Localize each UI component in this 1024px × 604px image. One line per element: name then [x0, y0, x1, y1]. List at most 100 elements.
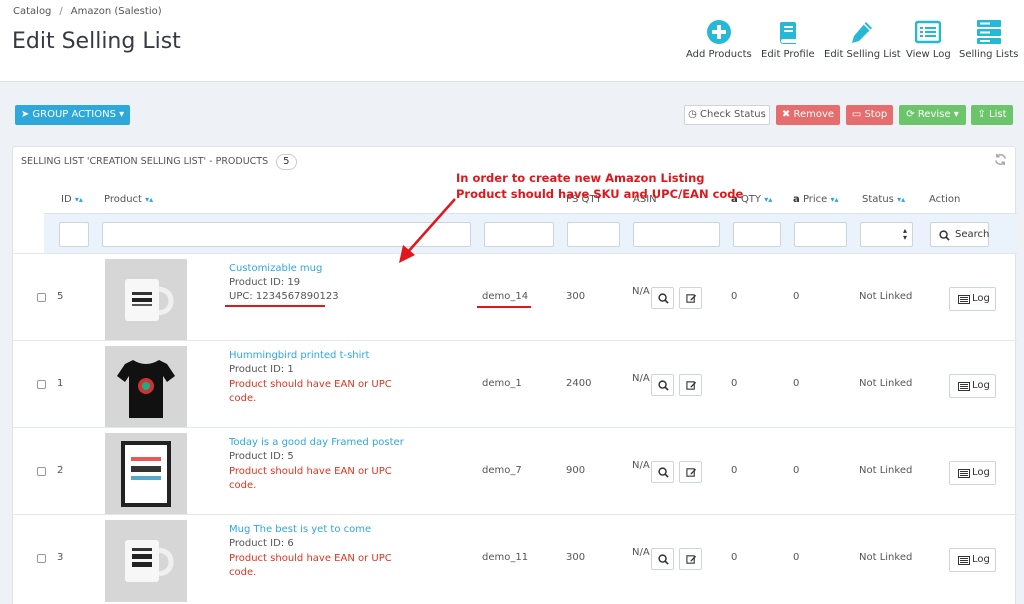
edit-asin-button[interactable]: [679, 548, 702, 570]
stop-button[interactable]: ▭ Stop: [846, 105, 893, 125]
row-price: 0: [793, 291, 800, 302]
select-arrows-icon: ▴ ▾: [902, 226, 907, 242]
log-button[interactable]: Log: [949, 548, 996, 572]
sort-arrows-icon: ▾▴: [145, 195, 154, 204]
product-count-badge: 5: [276, 154, 297, 170]
product-error-line2: code.: [229, 567, 257, 578]
check-status-button[interactable]: ◷ Check Status: [684, 105, 770, 125]
poster-image: [105, 433, 187, 515]
product-thumbnail[interactable]: [105, 520, 187, 602]
row-qty: 0: [731, 465, 738, 476]
status-filter-select[interactable]: ▴ ▾: [860, 222, 913, 247]
annotation-line2: Product should have SKU and UPC/EAN code: [456, 187, 744, 201]
plus-circle-icon: [706, 20, 731, 44]
breadcrumb-catalog[interactable]: Catalog: [13, 6, 51, 17]
row-ps-qty: 300: [566, 552, 586, 563]
sku-underline: [477, 306, 531, 308]
upload-icon: ⇪: [977, 109, 990, 120]
qty-filter-input[interactable]: [733, 222, 781, 247]
edit-asin-button[interactable]: [679, 461, 702, 483]
log-button[interactable]: Log: [949, 374, 996, 398]
product-thumbnail[interactable]: [105, 259, 187, 341]
search-asin-button[interactable]: [651, 287, 674, 309]
edit-asin-button[interactable]: [679, 287, 702, 309]
row-asin: N/A: [632, 460, 650, 471]
product-name-link[interactable]: Mug The best is yet to come: [229, 524, 371, 535]
annotation-line1: In order to create new Amazon Listing: [456, 171, 705, 185]
product-id: Product ID: 1: [229, 364, 294, 375]
row-qty: 0: [731, 552, 738, 563]
mug-image: [105, 259, 187, 341]
clock-icon: ◷: [688, 109, 701, 120]
view-log-button[interactable]: View Log: [906, 19, 951, 60]
edit-asin-button[interactable]: [679, 374, 702, 396]
row-sku: demo_1: [482, 378, 522, 389]
upc-underline: [225, 305, 325, 307]
sku-filter-input[interactable]: [484, 222, 554, 247]
filter-bar: ▴ ▾ Search: [44, 213, 1017, 253]
refresh-icon[interactable]: [994, 153, 1007, 166]
product-thumbnail[interactable]: [105, 346, 187, 428]
log-button[interactable]: Log: [949, 287, 996, 311]
product-name-link[interactable]: Hummingbird printed t-shirt: [229, 350, 369, 361]
panel-title-text: SELLING LIST 'CREATION SELLING LIST' - P…: [21, 156, 269, 167]
row-id: 2: [57, 465, 64, 476]
search-asin-button[interactable]: [651, 461, 674, 483]
edit-icon: [686, 294, 697, 303]
edit-selling-list-button[interactable]: Edit Selling List: [824, 19, 901, 60]
page-title: Edit Selling List: [12, 29, 181, 54]
breadcrumb: Catalog / Amazon (Salestio): [13, 6, 162, 17]
column-header-id[interactable]: ID ▾▴: [61, 194, 83, 205]
breadcrumb-separator: /: [59, 6, 63, 17]
row-checkbox[interactable]: [37, 467, 46, 476]
stop-label: Stop: [864, 109, 888, 120]
product-error-line1: Product should have EAN or UPC: [229, 466, 392, 477]
group-actions-label: GROUP ACTIONS: [32, 109, 116, 120]
ps-qty-filter-input[interactable]: [567, 222, 620, 247]
product-error: Product should have EAN or UPC code.: [229, 378, 399, 406]
search-asin-button[interactable]: [651, 374, 674, 396]
row-checkbox[interactable]: [37, 293, 46, 302]
row-checkbox[interactable]: [37, 554, 46, 563]
log-button-label: Log: [972, 467, 990, 478]
view-log-label: View Log: [906, 49, 951, 60]
revise-button[interactable]: ⟳ Revise ▾: [899, 105, 966, 125]
product-id: Product ID: 19: [229, 277, 301, 288]
row-checkbox[interactable]: [37, 380, 46, 389]
column-header-product[interactable]: Product ▾▴: [104, 194, 153, 205]
add-products-button[interactable]: Add Products: [686, 19, 752, 60]
revise-label: Revise: [917, 109, 951, 120]
amazon-icon: a: [793, 194, 800, 205]
id-filter-input[interactable]: [59, 222, 89, 247]
price-filter-input[interactable]: [794, 222, 847, 247]
product-name-link[interactable]: Today is a good day Framed poster: [229, 437, 404, 448]
sort-arrows-icon: ▾▴: [897, 195, 906, 204]
list-button[interactable]: ⇪ List: [971, 105, 1013, 125]
paper-plane-icon: ➤: [20, 109, 33, 120]
product-name-link[interactable]: Customizable mug: [229, 263, 322, 274]
log-list-icon: [958, 469, 970, 478]
edit-profile-button[interactable]: Edit Profile: [761, 19, 815, 60]
column-header-status[interactable]: Status ▾▴: [862, 194, 905, 205]
row-asin: N/A: [632, 286, 650, 297]
list-label: List: [989, 109, 1007, 120]
search-asin-button[interactable]: [651, 548, 674, 570]
row-id: 3: [57, 552, 64, 563]
remove-button[interactable]: ✖ Remove: [776, 105, 840, 125]
product-error-line2: code.: [229, 393, 257, 404]
book-icon: [779, 22, 796, 44]
products-panel: SELLING LIST 'CREATION SELLING LIST' - P…: [12, 146, 1017, 604]
search-icon: [658, 293, 669, 304]
sort-arrows-icon: ▾▴: [830, 195, 839, 204]
search-button[interactable]: Search: [930, 222, 989, 247]
pencil-icon: [852, 22, 873, 43]
product-thumbnail[interactable]: [105, 433, 187, 515]
edit-icon: [686, 381, 697, 390]
log-button-label: Log: [972, 293, 990, 304]
asin-filter-input[interactable]: [633, 222, 720, 247]
log-button[interactable]: Log: [949, 461, 996, 485]
group-actions-button[interactable]: ➤ GROUP ACTIONS ▾: [15, 105, 130, 125]
selling-lists-button[interactable]: Selling Lists: [959, 19, 1018, 60]
column-header-price[interactable]: a Price ▾▴: [793, 194, 839, 205]
row-asin: N/A: [632, 547, 650, 558]
